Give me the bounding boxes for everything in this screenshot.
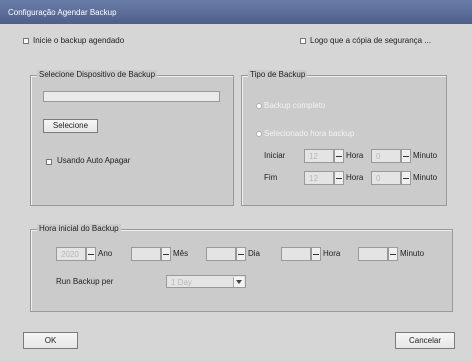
backup-start-time-panel: Hora inicial do Backup 2020 Ano Mês Dia … bbox=[30, 224, 453, 312]
backup-type-legend: Tipo de Backup bbox=[248, 70, 308, 79]
backup-device-path-field[interactable] bbox=[43, 91, 220, 102]
end-hour-field[interactable]: 12 bbox=[304, 171, 334, 185]
day-field[interactable] bbox=[206, 247, 236, 261]
after-backup-checkbox[interactable] bbox=[300, 38, 306, 44]
end-minute-label: Minuto bbox=[413, 173, 438, 182]
chevron-down-icon bbox=[233, 277, 244, 287]
start-scheduled-backup-label: Inicie o backup agendado bbox=[33, 36, 125, 45]
window-title: Configuração Agendar Backup bbox=[8, 8, 117, 17]
start-minute-field[interactable]: 0 bbox=[371, 149, 401, 163]
backup-device-panel: Selecione Dispositivo de Backup Selecion… bbox=[30, 70, 234, 206]
backup-schedule-window: Inicie o backup agendado Logo que a cópi… bbox=[0, 24, 472, 361]
backup-type-panel: Tipo de Backup Backup completo Seleciona… bbox=[241, 70, 447, 206]
start-hour-label: Hora bbox=[346, 151, 364, 160]
cancel-button[interactable]: Cancelar bbox=[395, 332, 455, 349]
minute-field[interactable] bbox=[358, 247, 388, 261]
end-label: Fim bbox=[264, 173, 278, 182]
full-backup-radio[interactable] bbox=[256, 103, 262, 109]
month-label: Mês bbox=[173, 249, 189, 258]
auto-erase-label: Usando Auto Apagar bbox=[57, 156, 131, 165]
end-minute-spin[interactable] bbox=[401, 171, 411, 185]
start-hour-spin[interactable] bbox=[334, 149, 344, 163]
start-minute-label: Minuto bbox=[413, 151, 438, 160]
ok-button[interactable]: OK bbox=[23, 332, 78, 349]
minute-spin[interactable] bbox=[388, 247, 398, 261]
selected-time-backup-label: Selecionado hora backup bbox=[264, 129, 355, 138]
start-scheduled-backup-checkbox[interactable] bbox=[23, 38, 29, 44]
year-field[interactable]: 2020 bbox=[56, 247, 86, 261]
auto-erase-checkbox[interactable] bbox=[46, 159, 52, 165]
hour-field[interactable] bbox=[281, 247, 311, 261]
end-hour-label: Hora bbox=[346, 173, 364, 182]
hour-label: Hora bbox=[323, 249, 341, 258]
end-hour-spin[interactable] bbox=[334, 171, 344, 185]
run-backup-per-label: Run Backup per bbox=[56, 277, 114, 286]
full-backup-label: Backup completo bbox=[264, 101, 326, 110]
month-field[interactable] bbox=[131, 247, 161, 261]
start-label: Iniciar bbox=[264, 151, 286, 160]
hour-spin[interactable] bbox=[311, 247, 321, 261]
selected-time-backup-radio[interactable] bbox=[256, 131, 262, 137]
select-device-button[interactable]: Selecione bbox=[43, 119, 98, 133]
title-bar: Configuração Agendar Backup bbox=[0, 0, 472, 24]
minute-label: Minuto bbox=[400, 249, 425, 258]
backup-start-time-legend: Hora inicial do Backup bbox=[37, 224, 121, 233]
month-spin[interactable] bbox=[161, 247, 171, 261]
start-hour-field[interactable]: 12 bbox=[304, 149, 334, 163]
day-label: Dia bbox=[248, 249, 261, 258]
year-label: Ano bbox=[98, 249, 113, 258]
year-spin[interactable] bbox=[86, 247, 96, 261]
end-minute-field[interactable]: 0 bbox=[371, 171, 401, 185]
day-spin[interactable] bbox=[236, 247, 246, 261]
after-backup-label: Logo que a cópia de segurança ... bbox=[310, 36, 431, 45]
start-minute-spin[interactable] bbox=[401, 149, 411, 163]
run-backup-per-select[interactable]: 1 Day bbox=[166, 275, 246, 288]
backup-device-legend: Selecione Dispositivo de Backup bbox=[37, 70, 158, 79]
